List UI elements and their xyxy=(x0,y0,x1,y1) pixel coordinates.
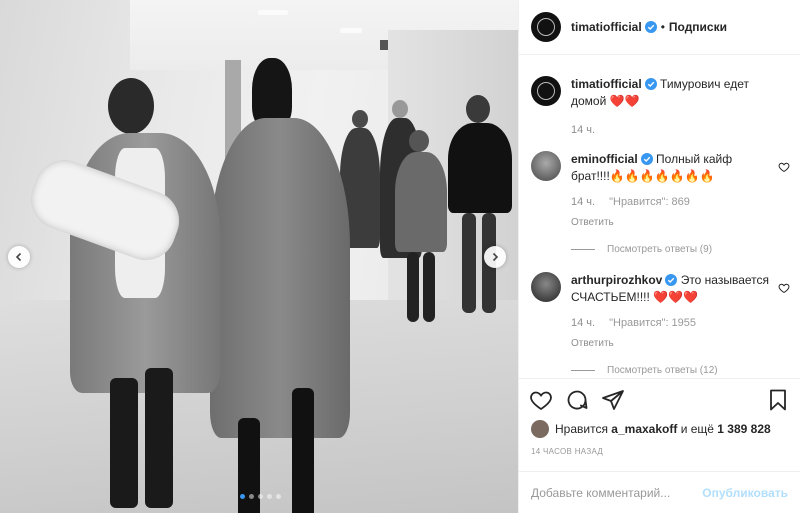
carousel-dot xyxy=(249,494,254,499)
likes-summary: Нравится a_maxakoff и ещё 1 389 828 xyxy=(531,420,790,438)
comment-likes[interactable]: "Нравится": 1955 xyxy=(609,315,696,332)
comment-icon[interactable] xyxy=(565,388,589,412)
comment-likes[interactable]: "Нравится": 869 xyxy=(609,194,690,211)
post-caption: timatiofficial Тимурович едет домой ❤️❤️… xyxy=(519,76,800,139)
commenter-avatar[interactable] xyxy=(531,151,561,181)
caption-time: 14 ч. xyxy=(571,124,596,136)
author-avatar[interactable] xyxy=(531,76,561,106)
following-button[interactable]: Подписки xyxy=(669,20,727,34)
ceiling-light xyxy=(340,28,362,33)
verified-badge-icon xyxy=(665,274,678,286)
verified-badge-icon xyxy=(640,153,653,165)
likes-prefix: Нравится xyxy=(555,422,608,436)
ceiling-light xyxy=(258,10,288,15)
chevron-left-icon xyxy=(15,252,22,262)
next-photo-button[interactable] xyxy=(484,246,506,268)
verified-badge-icon xyxy=(644,78,657,90)
heart-icon[interactable] xyxy=(778,161,790,173)
post-header: timatiofficial • Подписки xyxy=(519,0,800,55)
author-username[interactable]: timatiofficial xyxy=(571,20,642,34)
comment-composer: Опубликовать xyxy=(519,471,800,513)
header-separator: • xyxy=(660,20,665,34)
comment-item: eminofficial Полный кайф брат!!!!🔥🔥🔥🔥🔥🔥🔥… xyxy=(519,151,800,258)
comment-time: 14 ч. xyxy=(571,317,596,329)
comments-list[interactable]: timatiofficial Тимурович едет домой ❤️❤️… xyxy=(519,56,800,378)
reply-button[interactable]: Ответить xyxy=(571,335,770,352)
chevron-right-icon xyxy=(492,252,499,262)
likes-count[interactable]: 1 389 828 xyxy=(717,422,770,436)
post-photo[interactable] xyxy=(0,0,518,513)
comment-username[interactable]: eminofficial xyxy=(571,152,638,166)
verified-badge-icon xyxy=(644,21,657,33)
carousel-dot xyxy=(258,494,263,499)
comment-item: arthurpirozhkov Это называется СЧАСТЬЕМ!… xyxy=(519,272,800,378)
post-sidebar: timatiofficial • Подписки timatiofficial… xyxy=(518,0,800,513)
post-actions xyxy=(519,378,800,420)
carousel-dot xyxy=(240,494,245,499)
author-avatar[interactable] xyxy=(531,12,561,42)
liker-avatar[interactable] xyxy=(531,420,549,438)
prev-photo-button[interactable] xyxy=(8,246,30,268)
commenter-avatar[interactable] xyxy=(531,272,561,302)
likes-suffix: и ещё xyxy=(680,422,714,436)
heart-icon[interactable] xyxy=(529,388,553,412)
bookmark-icon[interactable] xyxy=(766,388,790,412)
likes-user[interactable]: a_maxakoff xyxy=(611,422,677,436)
comment-time: 14 ч. xyxy=(571,196,596,208)
comment-username[interactable]: arthurpirozhkov xyxy=(571,273,662,287)
heart-icon[interactable] xyxy=(778,282,790,294)
share-icon[interactable] xyxy=(601,388,625,412)
publish-button[interactable]: Опубликовать xyxy=(702,486,788,500)
caption-username[interactable]: timatiofficial xyxy=(571,77,642,91)
view-replies-button[interactable]: Посмотреть ответы (9) xyxy=(571,241,770,258)
reply-button[interactable]: Ответить xyxy=(571,214,770,231)
carousel-dot xyxy=(276,494,281,499)
comment-input[interactable] xyxy=(531,485,703,500)
carousel-dot xyxy=(267,494,272,499)
carousel-indicator xyxy=(240,494,281,499)
post-timestamp: 14 ЧАСОВ НАЗАД xyxy=(531,447,604,456)
view-replies-button[interactable]: Посмотреть ответы (12) xyxy=(571,362,770,378)
